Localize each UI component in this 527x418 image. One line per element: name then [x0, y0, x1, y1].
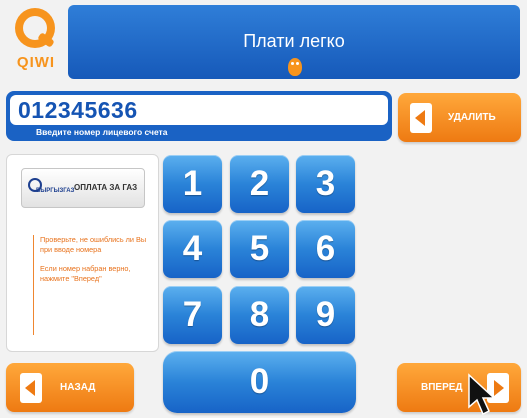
- key-5[interactable]: 5: [230, 220, 289, 278]
- delete-button[interactable]: УДАЛИТЬ: [398, 93, 521, 142]
- back-button[interactable]: НАЗАД: [6, 363, 134, 412]
- qiwi-logo: QIWI: [12, 8, 60, 80]
- account-number-value: 012345636: [18, 97, 138, 123]
- key-0[interactable]: 0: [163, 351, 356, 413]
- key-2[interactable]: 2: [230, 155, 289, 213]
- service-logo-icon: ВЫРГЫЗГАЗ: [28, 176, 74, 202]
- info-text: Проверьте, не ошиблись ли Вы при вводе н…: [33, 235, 155, 335]
- mascot-icon: [288, 58, 302, 76]
- service-card: ВЫРГЫЗГАЗ ОПЛАТА ЗА ГАЗ: [21, 168, 145, 208]
- arrow-left-icon: [20, 373, 42, 403]
- account-number-box[interactable]: 012345636: [10, 95, 388, 125]
- key-8[interactable]: 8: [230, 286, 289, 344]
- page-title: Плати легко: [243, 31, 345, 51]
- service-logo-text: ВЫРГЫЗГАЗ: [36, 188, 75, 194]
- info-confirm-message: Если номер набран верно, нажмите "Вперед…: [40, 264, 131, 283]
- account-number-hint: Введите номер лицевого счета: [36, 127, 168, 137]
- key-9[interactable]: 9: [296, 286, 355, 344]
- info-panel: ВЫРГЫЗГАЗ ОПЛАТА ЗА ГАЗ Проверьте, не ош…: [6, 154, 159, 352]
- back-button-label: НАЗАД: [60, 382, 96, 393]
- delete-button-label: УДАЛИТЬ: [448, 112, 496, 123]
- logo-text: QIWI: [16, 54, 56, 71]
- forward-button[interactable]: ВПЕРЕД: [397, 363, 521, 412]
- account-number-field[interactable]: 012345636 Введите номер лицевого счета: [6, 91, 392, 141]
- service-label: ОПЛАТА ЗА ГАЗ: [74, 183, 138, 192]
- forward-button-label: ВПЕРЕД: [421, 382, 463, 393]
- mouse-cursor-icon: [468, 373, 496, 416]
- key-7[interactable]: 7: [163, 286, 222, 344]
- key-6[interactable]: 6: [296, 220, 355, 278]
- key-4[interactable]: 4: [163, 220, 222, 278]
- arrow-left-icon: [410, 103, 432, 133]
- info-check-message: Проверьте, не ошиблись ли Вы при вводе н…: [40, 235, 147, 254]
- key-1[interactable]: 1: [163, 155, 222, 213]
- key-3[interactable]: 3: [296, 155, 355, 213]
